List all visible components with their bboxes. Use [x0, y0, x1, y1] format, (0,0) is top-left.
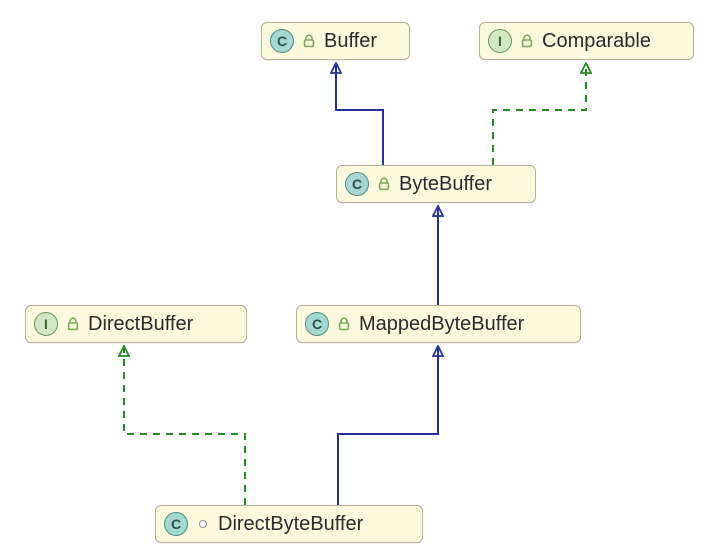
- node-label: DirectBuffer: [88, 313, 193, 336]
- uml-canvas: C Buffer I Comparable C ByteBuffer C Map…: [0, 0, 726, 560]
- edge-layer: [0, 0, 726, 560]
- edge-bytebuffer-implements-comparable: [493, 64, 586, 165]
- node-label: Buffer: [324, 30, 377, 53]
- lock-icon: [337, 317, 351, 331]
- node-bytebuffer[interactable]: C ByteBuffer: [336, 165, 536, 203]
- lock-icon: [302, 34, 316, 48]
- interface-badge: I: [488, 29, 512, 53]
- node-comparable[interactable]: I Comparable: [479, 22, 694, 60]
- package-visibility-icon: [196, 517, 210, 531]
- class-badge: C: [270, 29, 294, 53]
- node-mappedbytebuffer[interactable]: C MappedByteBuffer: [296, 305, 581, 343]
- edge-directbytebuffer-extends-mappedbytebuffer: [338, 347, 438, 505]
- class-badge: C: [305, 312, 329, 336]
- node-directbuffer[interactable]: I DirectBuffer: [25, 305, 247, 343]
- class-badge: C: [345, 172, 369, 196]
- interface-badge: I: [34, 312, 58, 336]
- node-label: MappedByteBuffer: [359, 313, 524, 336]
- lock-icon: [66, 317, 80, 331]
- node-label: DirectByteBuffer: [218, 513, 363, 536]
- node-directbytebuffer[interactable]: C DirectByteBuffer: [155, 505, 423, 543]
- edge-bytebuffer-extends-buffer: [336, 64, 383, 165]
- lock-icon: [377, 177, 391, 191]
- node-label: ByteBuffer: [399, 173, 492, 196]
- node-buffer[interactable]: C Buffer: [261, 22, 410, 60]
- node-label: Comparable: [542, 30, 651, 53]
- lock-icon: [520, 34, 534, 48]
- edge-directbytebuffer-implements-directbuffer: [124, 347, 245, 505]
- class-badge: C: [164, 512, 188, 536]
